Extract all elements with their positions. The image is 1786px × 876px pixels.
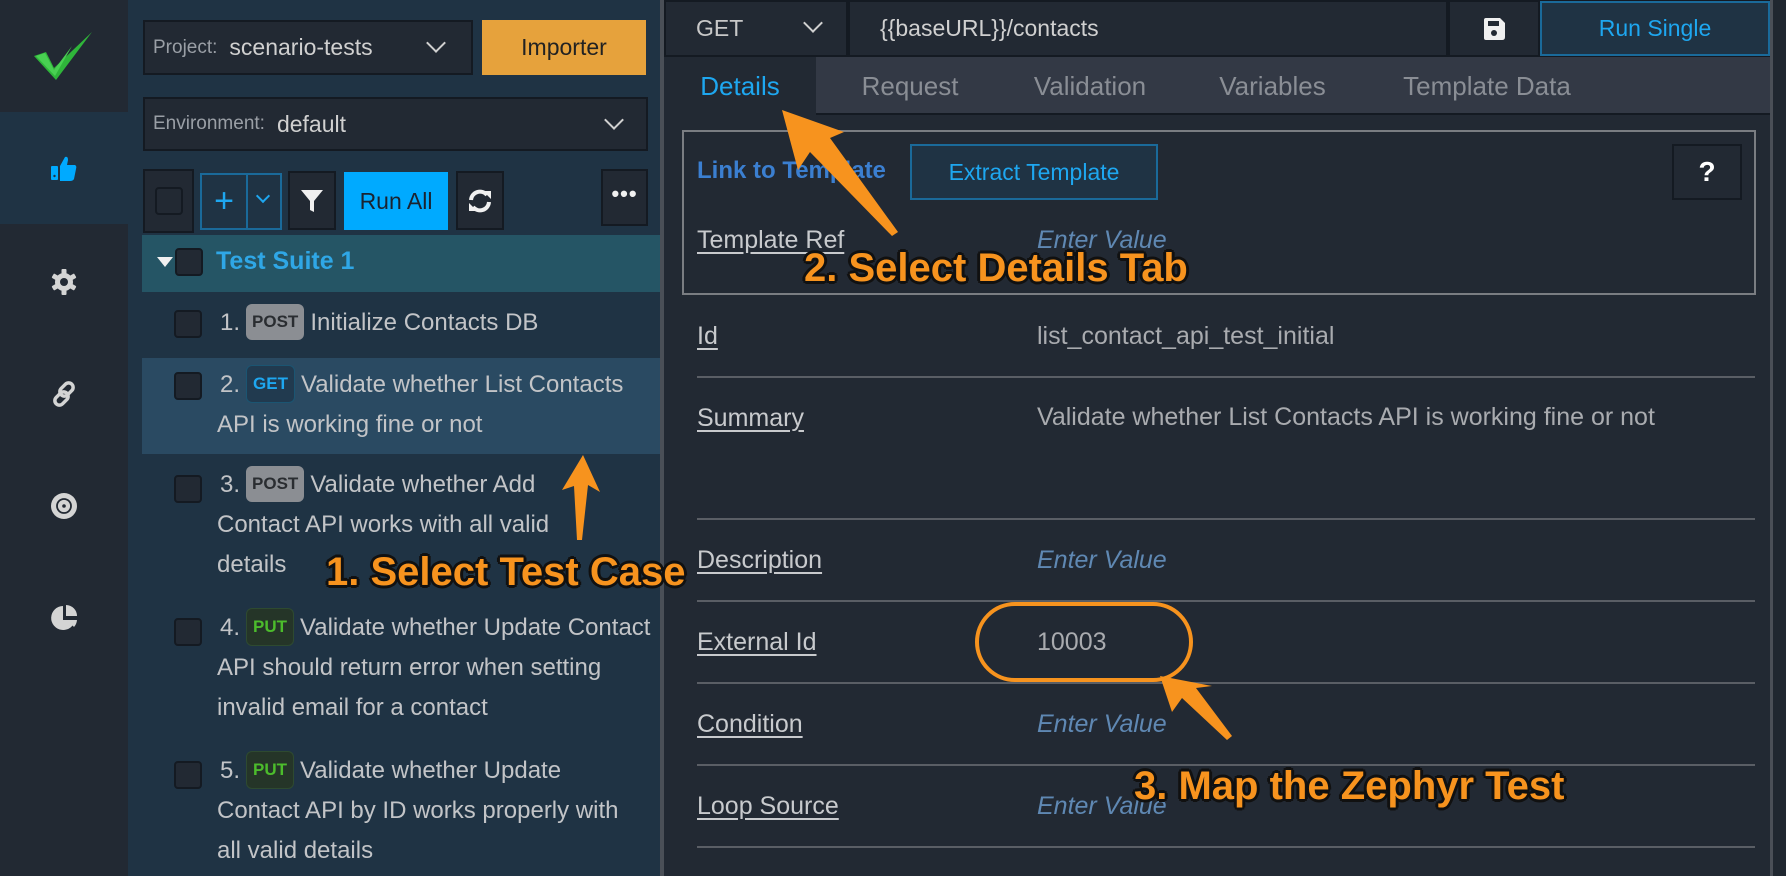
annotation-step-2: 2. Select Details Tab [804,246,1188,290]
annotation-arrow-1 [562,455,600,540]
annotation-arrow-3 [1160,676,1232,740]
annotation-step-1: 1. Select Test Case [326,550,686,594]
annotation-arrow-2 [782,110,898,236]
annotation-overlay [562,110,1232,740]
annotation-step-3: 3. Map the Zephyr Test [1134,764,1565,808]
annotation-highlight [975,602,1193,682]
